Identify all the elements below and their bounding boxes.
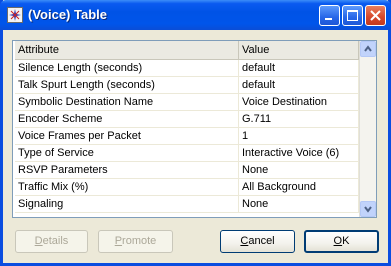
- table-header-row: Attribute Value: [15, 41, 359, 60]
- scroll-up-button[interactable]: [360, 41, 376, 57]
- attribute-cell[interactable]: Type of Service: [15, 144, 239, 162]
- attribute-cell[interactable]: Encoder Scheme: [15, 110, 239, 128]
- details-button[interactable]: Details: [15, 230, 88, 253]
- attribute-table-panel: Attribute Value Silence Length (seconds)…: [12, 40, 377, 218]
- value-cell[interactable]: None: [238, 195, 359, 213]
- attribute-cell[interactable]: Voice Frames per Packet: [15, 127, 239, 145]
- value-cell[interactable]: default: [238, 59, 359, 77]
- table-row[interactable]: Silence Length (seconds) default: [15, 59, 359, 77]
- maximize-icon: [347, 10, 358, 21]
- close-button[interactable]: [365, 5, 386, 26]
- app-icon[interactable]: [7, 7, 23, 23]
- attribute-table: Attribute Value Silence Length (seconds)…: [15, 41, 359, 213]
- value-cell[interactable]: G.711: [238, 110, 359, 128]
- window-title: (Voice) Table: [28, 7, 107, 22]
- cancel-button[interactable]: Cancel: [220, 230, 295, 253]
- value-cell[interactable]: None: [238, 161, 359, 179]
- close-icon: [370, 10, 381, 21]
- table-row[interactable]: Type of Service Interactive Voice (6): [15, 144, 359, 162]
- table-row[interactable]: Symbolic Destination Name Voice Destinat…: [15, 93, 359, 111]
- table-row[interactable]: Traffic Mix (%) All Background: [15, 178, 359, 196]
- scroll-down-button[interactable]: [360, 201, 376, 217]
- attribute-cell[interactable]: RSVP Parameters: [15, 161, 239, 179]
- attribute-cell[interactable]: Silence Length (seconds): [15, 59, 239, 77]
- value-cell[interactable]: All Background: [238, 178, 359, 196]
- ok-button[interactable]: OK: [304, 230, 379, 253]
- table-row[interactable]: Signaling None: [15, 195, 359, 213]
- attribute-cell[interactable]: Signaling: [15, 195, 239, 213]
- table-row[interactable]: Talk Spurt Length (seconds) default: [15, 76, 359, 94]
- maximize-button[interactable]: [342, 5, 363, 26]
- attribute-cell[interactable]: Traffic Mix (%): [15, 178, 239, 196]
- value-cell[interactable]: Voice Destination: [238, 93, 359, 111]
- dialog-window: (Voice) Table Attribute Value Silence Le…: [0, 0, 391, 266]
- value-cell[interactable]: 1: [238, 127, 359, 145]
- vertical-scrollbar[interactable]: [359, 41, 376, 217]
- value-cell[interactable]: Interactive Voice (6): [238, 144, 359, 162]
- chevron-down-icon: [364, 206, 372, 213]
- minimize-icon: [325, 18, 332, 20]
- table-row[interactable]: RSVP Parameters None: [15, 161, 359, 179]
- table-row[interactable]: Voice Frames per Packet 1: [15, 127, 359, 145]
- attribute-cell[interactable]: Talk Spurt Length (seconds): [15, 76, 239, 94]
- value-cell[interactable]: default: [238, 76, 359, 94]
- table-row[interactable]: Encoder Scheme G.711: [15, 110, 359, 128]
- column-header-value[interactable]: Value: [238, 41, 359, 60]
- chevron-up-icon: [364, 45, 372, 52]
- minimize-button[interactable]: [319, 5, 340, 26]
- promote-button[interactable]: Promote: [98, 230, 173, 253]
- column-header-attribute[interactable]: Attribute: [15, 41, 239, 60]
- attribute-cell[interactable]: Symbolic Destination Name: [15, 93, 239, 111]
- title-bar[interactable]: (Voice) Table: [0, 0, 391, 30]
